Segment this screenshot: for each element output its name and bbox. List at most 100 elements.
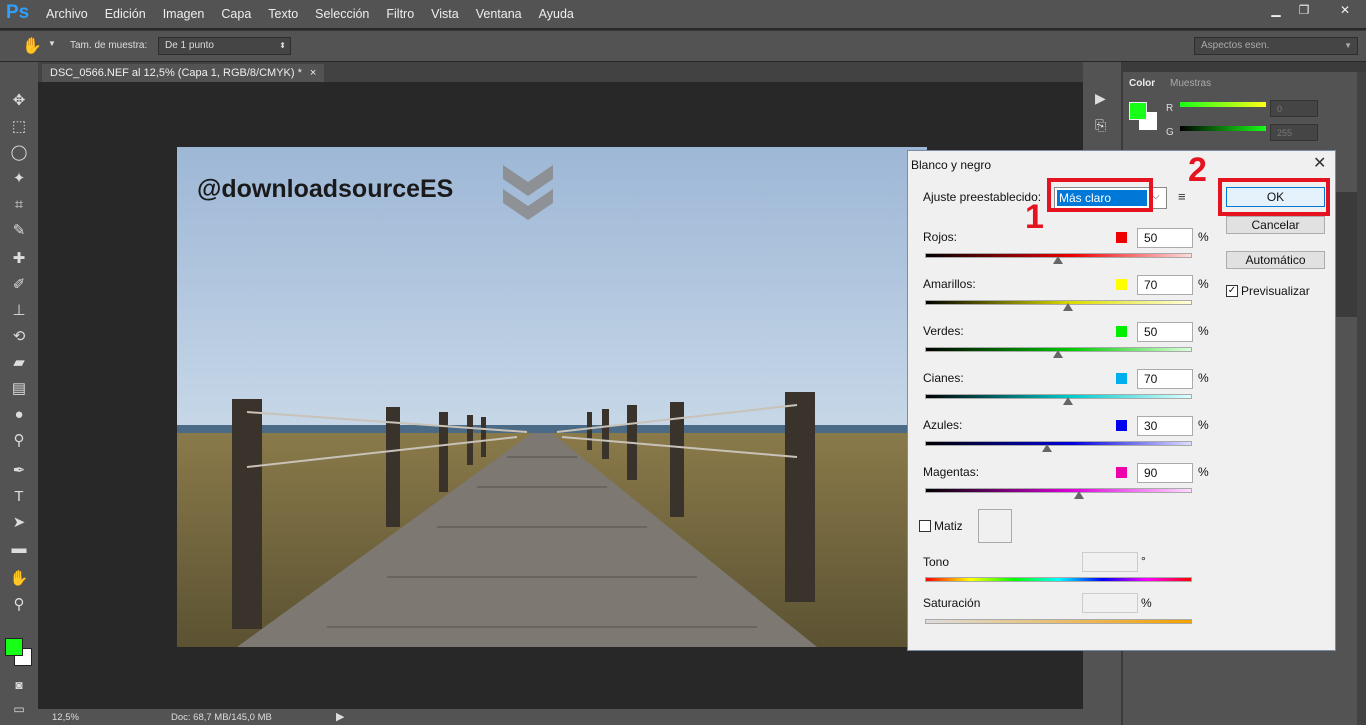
history-brush-icon[interactable]: ⟲ xyxy=(8,326,30,348)
magentas-slider-thumb[interactable] xyxy=(1074,491,1084,499)
menu-texto[interactable]: Texto xyxy=(268,7,298,21)
dodge-tool-icon[interactable]: ⚲ xyxy=(8,430,30,452)
quick-mask-icon[interactable]: ◙ xyxy=(8,674,30,696)
magentas-gradient xyxy=(925,488,1192,493)
eraser-tool-icon[interactable]: ▰ xyxy=(8,352,30,374)
sample-size-value: De 1 punto xyxy=(165,40,214,51)
history-icon[interactable]: ⎘ xyxy=(1095,117,1106,134)
minimize-button[interactable]: ▁ xyxy=(1263,2,1289,19)
r-label: R xyxy=(1166,103,1174,114)
g-label: G xyxy=(1166,127,1174,138)
blur-tool-icon[interactable]: ● xyxy=(8,404,30,426)
r-value[interactable]: 0 xyxy=(1270,100,1318,117)
chevron-down-icon[interactable]: ▼ xyxy=(48,39,56,48)
cyans-gradient xyxy=(925,394,1192,399)
path-select-icon[interactable]: ➤ xyxy=(8,512,30,534)
hue-label: Tono xyxy=(923,555,950,569)
auto-button[interactable]: Automático xyxy=(1226,251,1325,269)
lasso-tool-icon[interactable]: ◯ xyxy=(8,142,30,164)
menu-filtro[interactable]: Filtro xyxy=(386,7,414,21)
g-slider[interactable] xyxy=(1180,126,1266,131)
sample-size-select[interactable]: De 1 punto ⬍ xyxy=(158,37,291,55)
slider-cyans: Cianes: 70 % xyxy=(908,369,1218,409)
chevron-down-icon: ⌵ xyxy=(1152,191,1160,202)
move-tool-icon[interactable]: ✥ xyxy=(8,90,30,112)
menu-archivo[interactable]: Archivo xyxy=(46,7,88,21)
watermark-text: @downloadsourceES xyxy=(197,175,453,203)
stamp-tool-icon[interactable]: ⊥ xyxy=(8,300,30,322)
saturation-input[interactable] xyxy=(1082,593,1138,613)
healing-brush-icon[interactable]: ✚ xyxy=(8,248,30,270)
tab-swatches[interactable]: Muestras xyxy=(1170,78,1211,89)
reds-input[interactable]: 50 xyxy=(1137,228,1193,248)
restore-button[interactable]: ❐ xyxy=(1291,2,1317,19)
type-tool-icon[interactable]: T xyxy=(8,486,30,508)
preview-checkbox[interactable]: ✓ xyxy=(1226,285,1238,297)
blues-slider-thumb[interactable] xyxy=(1042,444,1052,452)
workspace-select[interactable]: Aspectos esen. ▼ xyxy=(1194,37,1358,55)
pct-sign: % xyxy=(1198,418,1209,432)
foreground-color-swatch[interactable] xyxy=(5,638,23,656)
close-tab-icon[interactable]: × xyxy=(310,67,316,79)
photo-canvas[interactable]: @downloadsourceES xyxy=(177,147,927,647)
dock-scrollbar[interactable] xyxy=(1357,72,1366,725)
close-app-button[interactable]: ✕ xyxy=(1326,2,1364,19)
panel-fg-color[interactable] xyxy=(1129,102,1147,120)
slider-label: Azules: xyxy=(923,418,963,432)
slider-label: Cianes: xyxy=(923,371,964,385)
saturation-label: Saturación xyxy=(923,596,981,610)
reds-slider-thumb[interactable] xyxy=(1053,256,1063,264)
hue-gradient xyxy=(925,577,1192,582)
greens-input[interactable]: 50 xyxy=(1137,322,1193,342)
menu-ayuda[interactable]: Ayuda xyxy=(539,7,574,21)
crop-tool-icon[interactable]: ⌗ xyxy=(8,194,30,216)
shape-tool-icon[interactable]: ▬ xyxy=(8,538,30,560)
pen-tool-icon[interactable]: ✒ xyxy=(8,460,30,482)
pct-sign: % xyxy=(1198,277,1209,291)
hue-input[interactable] xyxy=(1082,552,1138,572)
cyans-slider-thumb[interactable] xyxy=(1063,397,1073,405)
tint-color-swatch[interactable] xyxy=(978,509,1012,543)
menu-imagen[interactable]: Imagen xyxy=(163,7,205,21)
menu-capa[interactable]: Capa xyxy=(221,7,251,21)
menu-ventana[interactable]: Ventana xyxy=(476,7,522,21)
marquee-tool-icon[interactable]: ⬚ xyxy=(8,116,30,138)
blues-input[interactable]: 30 xyxy=(1137,416,1193,436)
menu-vista[interactable]: Vista xyxy=(431,7,459,21)
eyedropper-icon[interactable]: ✎ xyxy=(8,220,30,242)
cancel-button[interactable]: Cancelar xyxy=(1226,216,1325,234)
dialog-close-icon[interactable]: ✕ xyxy=(1313,153,1326,173)
r-slider[interactable] xyxy=(1180,102,1266,107)
play-action-icon[interactable]: ▶ xyxy=(1095,90,1106,107)
yellows-input[interactable]: 70 xyxy=(1137,275,1193,295)
screen-mode-icon[interactable]: ▭ xyxy=(8,698,30,720)
slider-label: Verdes: xyxy=(923,324,964,338)
status-bar: 12,5% Doc: 68,7 MB/145,0 MB ▶ xyxy=(38,709,1083,725)
greens-slider-thumb[interactable] xyxy=(1053,350,1063,358)
gradient-tool-icon[interactable]: ▤ xyxy=(8,378,30,400)
menu-seleccion[interactable]: Selección xyxy=(315,7,369,21)
tools-panel: ✥ ⬚ ◯ ✦ ⌗ ✎ ✚ ✐ ⊥ ⟲ ▰ ▤ ● ⚲ ✒ T ➤ ▬ ✋ ⚲ … xyxy=(0,62,38,725)
play-icon[interactable]: ▶ xyxy=(336,710,344,723)
magentas-input[interactable]: 90 xyxy=(1137,463,1193,483)
menu-edicion[interactable]: Edición xyxy=(105,7,146,21)
yellows-slider-thumb[interactable] xyxy=(1063,303,1073,311)
magic-wand-icon[interactable]: ✦ xyxy=(8,168,30,190)
workspace-value: Aspectos esen. xyxy=(1201,40,1270,51)
brush-tool-icon[interactable]: ✐ xyxy=(8,274,30,296)
preset-options-icon[interactable]: ≡ xyxy=(1178,189,1186,204)
reds-swatch xyxy=(1116,232,1127,243)
g-value[interactable]: 255 xyxy=(1270,124,1318,141)
cyans-swatch xyxy=(1116,373,1127,384)
cyans-input[interactable]: 70 xyxy=(1137,369,1193,389)
hand-tool-icon[interactable]: ✋ xyxy=(8,568,30,590)
hand-tool-icon[interactable]: ✋ xyxy=(22,36,42,56)
zoom-tool-icon[interactable]: ⚲ xyxy=(8,594,30,616)
tab-color[interactable]: Color xyxy=(1129,78,1155,89)
document-tab[interactable]: DSC_0566.NEF al 12,5% (Capa 1, RGB/8/CMY… xyxy=(42,64,325,82)
slider-blues: Azules: 30 % xyxy=(908,416,1218,456)
tint-checkbox[interactable] xyxy=(919,520,931,532)
yellows-swatch xyxy=(1116,279,1127,290)
preview-label: Previsualizar xyxy=(1241,284,1310,298)
zoom-level[interactable]: 12,5% xyxy=(52,712,79,723)
